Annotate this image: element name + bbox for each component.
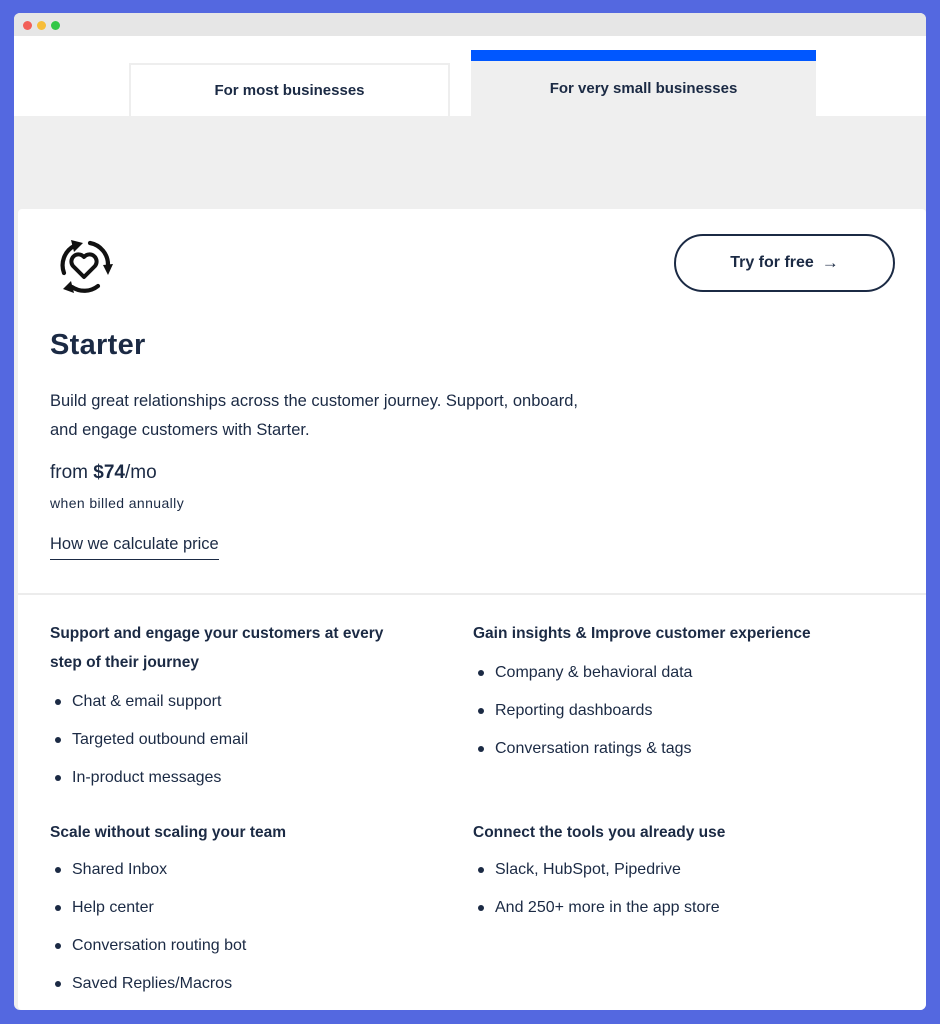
close-window-button[interactable] bbox=[23, 21, 32, 30]
try-for-free-button[interactable]: Try for free → bbox=[674, 234, 895, 292]
feature-group-support: Support and engage your customers at eve… bbox=[50, 619, 410, 797]
minimize-window-button[interactable] bbox=[37, 21, 46, 30]
feature-item: Saved Replies/Macros bbox=[50, 965, 410, 1003]
feature-item: Conversation routing bot bbox=[50, 927, 410, 965]
window-titlebar bbox=[14, 13, 926, 36]
arrow-right-icon: → bbox=[821, 253, 839, 272]
plan-tabs: For most businesses For very small busin… bbox=[14, 36, 926, 116]
feature-group-title: Gain insights & Improve customer experie… bbox=[473, 625, 811, 642]
feature-group-title: Support and engage your customers at eve… bbox=[50, 625, 384, 671]
feature-item: Chat & email support bbox=[50, 683, 410, 721]
tab-label: For very small businesses bbox=[549, 79, 738, 97]
how-we-calculate-price-link[interactable]: How we calculate price bbox=[50, 535, 219, 560]
tab-most-businesses[interactable]: For most businesses bbox=[129, 63, 450, 116]
tab-very-small-businesses[interactable]: For very small businesses bbox=[471, 50, 816, 116]
browser-window: For most businesses For very small busin… bbox=[14, 13, 926, 1010]
price-suffix: /mo bbox=[124, 462, 157, 483]
section-divider bbox=[18, 593, 926, 595]
feature-item: Reporting dashboards bbox=[473, 692, 833, 730]
feature-list: Chat & email support Targeted outbound e… bbox=[50, 683, 410, 797]
feature-item: In-product messages bbox=[50, 759, 410, 797]
plan-description: Build great relationships across the cus… bbox=[50, 392, 578, 439]
tab-label: For most businesses bbox=[214, 82, 365, 99]
heart-cycle-icon bbox=[60, 240, 113, 293]
maximize-window-button[interactable] bbox=[51, 21, 60, 30]
plan-card: Try for free → Starter Build great relat… bbox=[18, 209, 926, 1010]
plan-price: from $74/mo bbox=[50, 462, 157, 484]
feature-item: And 250+ more in the app store bbox=[473, 889, 833, 927]
billing-note: when billed annually bbox=[50, 495, 185, 511]
feature-group-insights: Gain insights & Improve customer experie… bbox=[473, 619, 833, 768]
feature-group-title: Scale without scaling your team bbox=[50, 824, 287, 841]
plan-title: Starter bbox=[50, 329, 146, 361]
price-amount: $74 bbox=[93, 462, 125, 483]
feature-item: Targeted outbound email bbox=[50, 721, 410, 759]
feature-item: Company & behavioral data bbox=[473, 654, 833, 692]
price-prefix: from bbox=[50, 462, 94, 483]
active-tab-indicator bbox=[471, 50, 816, 61]
feature-group-integrations: Connect the tools you already use Slack,… bbox=[473, 818, 833, 927]
try-for-free-label: Try for free bbox=[730, 254, 814, 271]
feature-list: Slack, HubSpot, Pipedrive And 250+ more … bbox=[473, 851, 833, 927]
feature-item: Help center bbox=[50, 889, 410, 927]
feature-item: Shared Inbox bbox=[50, 851, 410, 889]
feature-group-title: Connect the tools you already use bbox=[473, 824, 726, 841]
feature-list: Company & behavioral data Reporting dash… bbox=[473, 654, 833, 768]
feature-group-scale: Scale without scaling your team Shared I… bbox=[50, 818, 410, 1003]
feature-list: Shared Inbox Help center Conversation ro… bbox=[50, 851, 410, 1003]
feature-item: Slack, HubSpot, Pipedrive bbox=[473, 851, 833, 889]
feature-item: Conversation ratings & tags bbox=[473, 730, 833, 768]
